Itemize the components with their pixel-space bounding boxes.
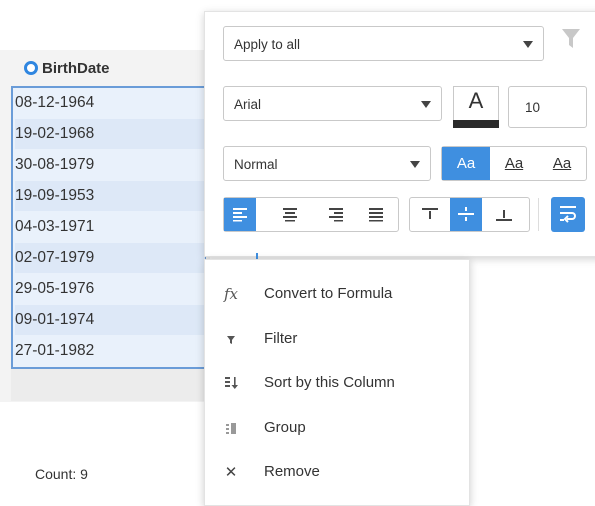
align-left-button[interactable] bbox=[224, 198, 256, 231]
context-menu: fx Convert to Formula Filter Sort by thi… bbox=[204, 259, 470, 506]
horizontal-align-group bbox=[223, 197, 399, 232]
filter-icon bbox=[227, 336, 235, 344]
font-size-value: 10 bbox=[525, 100, 541, 115]
toolbar-divider bbox=[538, 198, 539, 231]
wrap-text-icon bbox=[560, 206, 576, 223]
menu-item-remove[interactable]: ✕ Remove bbox=[205, 450, 469, 494]
column-cells[interactable]: 08-12-1964 19-02-1968 30-08-1979 19-09-1… bbox=[11, 86, 206, 369]
filter-icon[interactable] bbox=[561, 27, 581, 51]
font-style-value: Normal bbox=[234, 157, 278, 172]
font-family-value: Arial bbox=[234, 97, 262, 112]
valign-top-button[interactable] bbox=[414, 198, 446, 231]
summary-row bbox=[11, 369, 210, 401]
count-summary: Count: 9 bbox=[35, 466, 88, 482]
font-color-glyph: A bbox=[468, 88, 484, 113]
column-header-title: BirthDate bbox=[42, 60, 110, 77]
font-size-input[interactable]: 10 bbox=[508, 86, 587, 128]
chevron-down-icon bbox=[421, 101, 431, 108]
menu-item-sort[interactable]: Sort by this Column bbox=[205, 361, 469, 405]
table-cell[interactable]: 19-09-1953 bbox=[15, 181, 205, 211]
case-normal-button[interactable]: Aa bbox=[442, 147, 490, 180]
table-cell[interactable]: 04-03-1971 bbox=[15, 212, 205, 242]
align-center-icon bbox=[283, 208, 297, 222]
wrap-text-button[interactable] bbox=[551, 197, 585, 232]
font-color-swatch bbox=[453, 120, 499, 128]
valign-middle-button[interactable] bbox=[450, 198, 482, 231]
sort-icon bbox=[225, 377, 238, 389]
case-double-underline-button[interactable]: Aa bbox=[538, 147, 586, 180]
vertical-align-group bbox=[409, 197, 530, 232]
align-justify-button[interactable] bbox=[360, 198, 392, 231]
align-justify-icon bbox=[369, 208, 383, 222]
fx-icon: fx bbox=[223, 285, 238, 303]
chevron-down-icon bbox=[523, 41, 533, 48]
font-style-select[interactable]: Normal bbox=[223, 146, 431, 181]
align-right-button[interactable] bbox=[320, 198, 352, 231]
text-case-group: Aa Aa Aa bbox=[441, 146, 587, 181]
apply-to-select[interactable]: Apply to all bbox=[223, 26, 544, 61]
apply-to-select-value: Apply to all bbox=[234, 37, 301, 52]
menu-item-group[interactable]: Group bbox=[205, 406, 469, 450]
menu-item-label: Group bbox=[264, 419, 306, 436]
table-cell[interactable]: 29-05-1976 bbox=[15, 274, 205, 304]
group-icon bbox=[226, 423, 236, 434]
valign-top-icon bbox=[422, 208, 438, 219]
valign-middle-icon bbox=[458, 207, 474, 221]
case-underline-button[interactable]: Aa bbox=[490, 147, 538, 180]
table-cell[interactable]: 08-12-1964 bbox=[15, 88, 205, 118]
align-center-button[interactable] bbox=[274, 198, 306, 231]
menu-item-label: Filter bbox=[264, 330, 298, 347]
table-cell[interactable]: 09-01-1974 bbox=[15, 305, 205, 335]
valign-bottom-icon bbox=[496, 210, 512, 221]
font-color-button[interactable]: A bbox=[453, 86, 499, 128]
menu-item-convert-to-formula[interactable]: fx Convert to Formula bbox=[205, 272, 469, 316]
table-cell[interactable]: 27-01-1982 bbox=[15, 336, 205, 366]
menu-item-label: Convert to Formula bbox=[264, 285, 393, 302]
remove-icon: ✕ bbox=[224, 464, 238, 481]
valign-bottom-button[interactable] bbox=[488, 198, 520, 231]
column-header[interactable]: BirthDate bbox=[0, 52, 205, 84]
align-right-icon bbox=[329, 208, 343, 222]
column-select-radio-icon[interactable] bbox=[24, 61, 38, 75]
table-cell[interactable]: 30-08-1979 bbox=[15, 150, 205, 180]
table-cell[interactable]: 19-02-1968 bbox=[15, 119, 205, 149]
font-family-select[interactable]: Arial bbox=[223, 86, 442, 121]
chevron-down-icon bbox=[410, 161, 420, 168]
table-cell[interactable]: 02-07-1979 bbox=[15, 243, 205, 273]
align-left-icon bbox=[233, 208, 247, 222]
menu-item-label: Remove bbox=[264, 463, 320, 480]
menu-item-filter[interactable]: Filter bbox=[205, 317, 469, 361]
menu-item-label: Sort by this Column bbox=[264, 374, 395, 391]
